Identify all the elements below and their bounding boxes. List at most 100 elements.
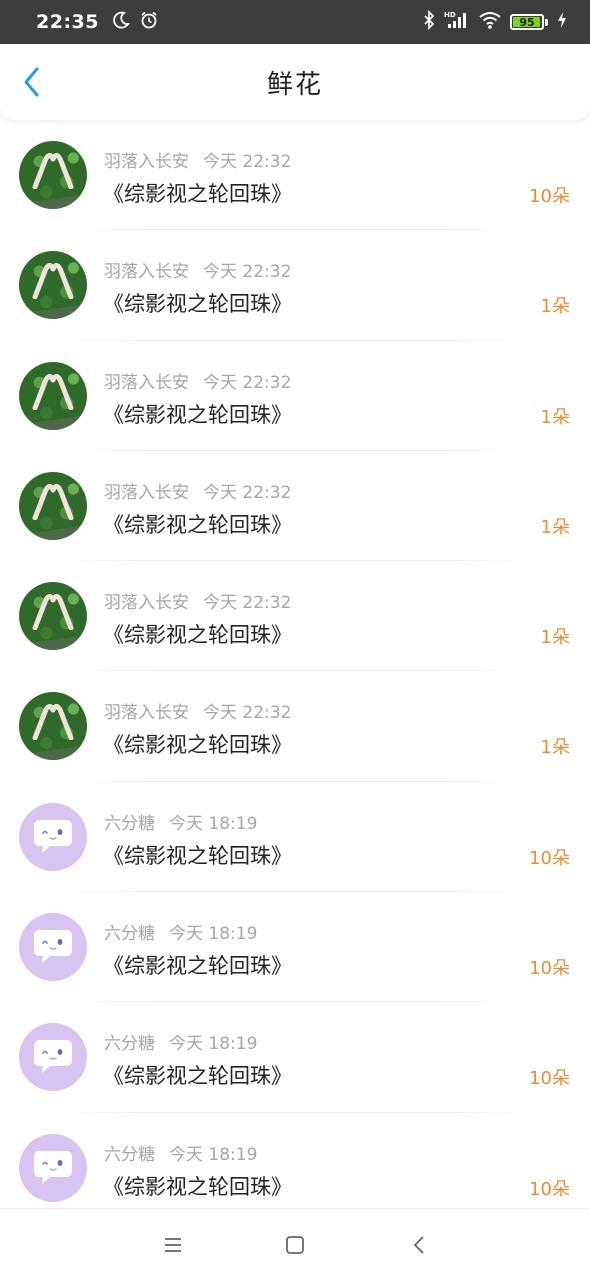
- heart-hands-icon: [32, 594, 74, 631]
- page-title: 鲜花: [266, 69, 323, 100]
- avatar[interactable]: [19, 692, 87, 761]
- item-user[interactable]: 羽落入长安: [104, 262, 189, 282]
- item-user[interactable]: 六分糖: [104, 1145, 155, 1165]
- list-item[interactable]: 六分糖 今天 18:19 《综影视之轮回珠》 10朵: [0, 1002, 590, 1113]
- item-count: 1朵: [540, 516, 570, 538]
- system-back-button[interactable]: [407, 1233, 431, 1257]
- item-user[interactable]: 六分糖: [104, 814, 155, 834]
- item-book[interactable]: 《综影视之轮回珠》: [103, 509, 292, 539]
- chat-bubble-face-icon: [34, 930, 72, 964]
- item-time: 今天 18:19: [169, 1034, 258, 1055]
- heart-hands-icon: [32, 483, 74, 520]
- list-item[interactable]: 六分糖 今天 18:19 《综影视之轮回珠》 10朵: [0, 782, 590, 893]
- back-triangle-icon: [414, 1236, 424, 1254]
- avatar-photo: [19, 582, 87, 651]
- item-user[interactable]: 羽落入长安: [104, 152, 189, 172]
- flower-list: 羽落入长安 今天 22:32 《综影视之轮回珠》 10朵 羽落入长安 今天 22:3…: [0, 120, 590, 1223]
- heart-hands-icon: [32, 153, 74, 189]
- status-bar: 22:35 HD 95: [0, 0, 590, 44]
- item-book[interactable]: 《综影视之轮回珠》: [103, 288, 292, 318]
- heart-hands-icon: [32, 373, 74, 410]
- avatar-photo-path: [19, 193, 87, 209]
- list-item[interactable]: 六分糖 今天 18:19 《综影视之轮回珠》 10朵: [0, 892, 590, 1003]
- system-nav-bar: [0, 1208, 590, 1280]
- home-button[interactable]: [283, 1233, 307, 1257]
- item-book[interactable]: 《综影视之轮回珠》: [103, 1171, 292, 1201]
- header: 鲜花: [0, 44, 590, 120]
- item-meta: 六分糖 今天 18:19: [104, 1140, 257, 1165]
- status-right-icons: HD 95: [422, 9, 568, 34]
- item-user[interactable]: 羽落入长安: [104, 703, 189, 723]
- item-meta: 羽落入长安 今天 22:32: [104, 588, 291, 613]
- item-book[interactable]: 《综影视之轮回珠》: [103, 729, 292, 759]
- list-item[interactable]: 羽落入长安 今天 22:32 《综影视之轮回珠》 1朵: [0, 561, 590, 672]
- item-book[interactable]: 《综影视之轮回珠》: [103, 399, 292, 429]
- avatar[interactable]: [19, 471, 87, 540]
- hd-signal-icon: HD: [444, 10, 470, 34]
- item-book[interactable]: 《综影视之轮回珠》: [103, 1060, 292, 1090]
- item-meta: 羽落入长安 今天 22:32: [104, 368, 291, 393]
- item-meta: 羽落入长安 今天 22:32: [104, 478, 291, 503]
- item-book[interactable]: 《综影视之轮回珠》: [103, 178, 292, 208]
- list-item[interactable]: 羽落入长安 今天 22:32 《综影视之轮回珠》 1朵: [0, 671, 590, 782]
- item-user[interactable]: 羽落入长安: [104, 483, 189, 503]
- item-user[interactable]: 六分糖: [104, 1034, 155, 1054]
- item-count: 10朵: [529, 958, 570, 980]
- list-item[interactable]: 六分糖 今天 18:19 《综影视之轮回珠》 10朵: [0, 1113, 590, 1223]
- battery-icon: 95: [510, 14, 544, 30]
- item-count: 1朵: [540, 627, 570, 649]
- chevron-left-icon: [24, 67, 39, 97]
- avatar[interactable]: [19, 251, 87, 320]
- item-user[interactable]: 六分糖: [104, 924, 155, 944]
- avatar-bubble: [19, 1023, 87, 1092]
- item-meta: 羽落入长安 今天 22:32: [104, 257, 291, 282]
- wifi-icon: [478, 10, 502, 34]
- item-user[interactable]: 羽落入长安: [104, 593, 189, 613]
- avatar-photo: [19, 251, 87, 320]
- item-count: 10朵: [529, 186, 570, 207]
- item-time: 今天 22:32: [203, 703, 292, 724]
- chat-bubble-face-icon: [34, 819, 72, 853]
- bluetooth-icon: [422, 9, 436, 34]
- home-square-icon: [286, 1236, 304, 1254]
- avatar-photo: [19, 361, 87, 430]
- list-item[interactable]: 羽落入长安 今天 22:32 《综影视之轮回珠》 1朵: [0, 451, 590, 562]
- avatar[interactable]: [19, 361, 87, 430]
- back-button[interactable]: [12, 62, 52, 102]
- heart-hands-icon: [32, 704, 74, 741]
- list-item[interactable]: 羽落入长安 今天 22:32 《综影视之轮回珠》 1朵: [0, 230, 590, 341]
- moon-icon: [111, 10, 131, 34]
- avatar-photo: [19, 692, 87, 761]
- list-item[interactable]: 羽落入长安 今天 22:32 《综影视之轮回珠》 1朵: [0, 341, 590, 451]
- list-item[interactable]: 羽落入长安 今天 22:32 《综影视之轮回珠》 10朵: [0, 120, 590, 231]
- item-count: 1朵: [540, 737, 570, 759]
- avatar-photo-path: [19, 303, 87, 320]
- item-book[interactable]: 《综影视之轮回珠》: [103, 840, 292, 870]
- item-count: 10朵: [529, 1178, 570, 1200]
- menu-icon: [165, 1238, 181, 1252]
- item-count: 1朵: [540, 296, 570, 318]
- battery-level: 95: [519, 15, 535, 29]
- item-meta: 六分糖 今天 18:19: [104, 809, 257, 834]
- item-time: 今天 22:32: [203, 372, 292, 393]
- avatar-bubble: [19, 913, 87, 982]
- heart-hands-icon: [32, 263, 74, 300]
- avatar[interactable]: [19, 913, 87, 982]
- avatar[interactable]: [19, 1133, 87, 1202]
- avatar[interactable]: [19, 141, 87, 209]
- item-count: 10朵: [529, 847, 570, 869]
- item-time: 今天 22:32: [203, 152, 292, 172]
- avatar[interactable]: [19, 582, 87, 651]
- avatar[interactable]: [19, 1023, 87, 1092]
- item-book[interactable]: 《综影视之轮回珠》: [103, 619, 292, 649]
- item-time: 今天 22:32: [203, 262, 292, 283]
- avatar[interactable]: [19, 802, 87, 871]
- svg-text:HD: HD: [444, 11, 456, 19]
- item-user[interactable]: 羽落入长安: [104, 373, 189, 393]
- menu-button[interactable]: [161, 1233, 185, 1257]
- battery-cap: [545, 18, 548, 26]
- item-count: 10朵: [529, 1068, 570, 1090]
- avatar-photo-path: [19, 634, 87, 651]
- item-book[interactable]: 《综影视之轮回珠》: [103, 950, 292, 980]
- charging-icon: [556, 11, 568, 33]
